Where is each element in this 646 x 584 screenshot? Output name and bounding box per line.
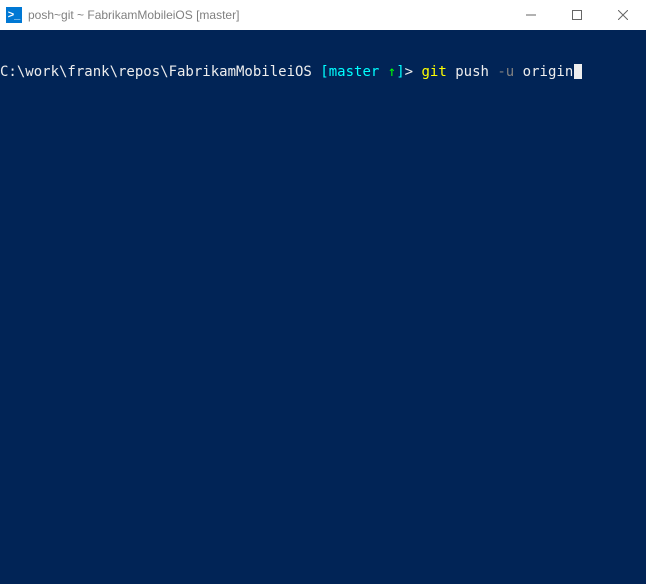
branch-arrow-icon: ↑: [388, 64, 396, 80]
branch-name: master: [329, 64, 388, 80]
cmd-git: git: [421, 64, 446, 80]
sp2: [514, 64, 522, 80]
minimize-icon: [526, 10, 536, 20]
branch-close: ]: [396, 64, 404, 80]
window-title: posh~git ~ FabrikamMobileiOS [master]: [28, 8, 508, 22]
titlebar: >_ posh~git ~ FabrikamMobileiOS [master]: [0, 0, 646, 30]
powershell-icon: >_: [6, 7, 22, 23]
close-icon: [618, 10, 628, 20]
minimize-button[interactable]: [508, 0, 554, 30]
powershell-window: >_ posh~git ~ FabrikamMobileiOS [master]…: [0, 0, 646, 584]
icon-glyph: >_: [8, 9, 21, 21]
cmd-origin: origin: [523, 64, 574, 80]
prompt-char: >: [405, 64, 422, 80]
cmd-flag: -u: [497, 64, 514, 80]
sp1: [447, 64, 455, 80]
cmd-push: push: [455, 64, 497, 80]
maximize-icon: [572, 10, 582, 20]
terminal-body[interactable]: C:\work\frank\repos\FabrikamMobileiOS [m…: [0, 30, 646, 584]
close-button[interactable]: [600, 0, 646, 30]
prompt-path: C:\work\frank\repos\FabrikamMobileiOS: [0, 64, 320, 80]
cursor: [574, 64, 582, 79]
maximize-button[interactable]: [554, 0, 600, 30]
window-controls: [508, 0, 646, 30]
prompt-line: C:\work\frank\repos\FabrikamMobileiOS [m…: [0, 64, 646, 80]
branch-open: [: [320, 64, 328, 80]
